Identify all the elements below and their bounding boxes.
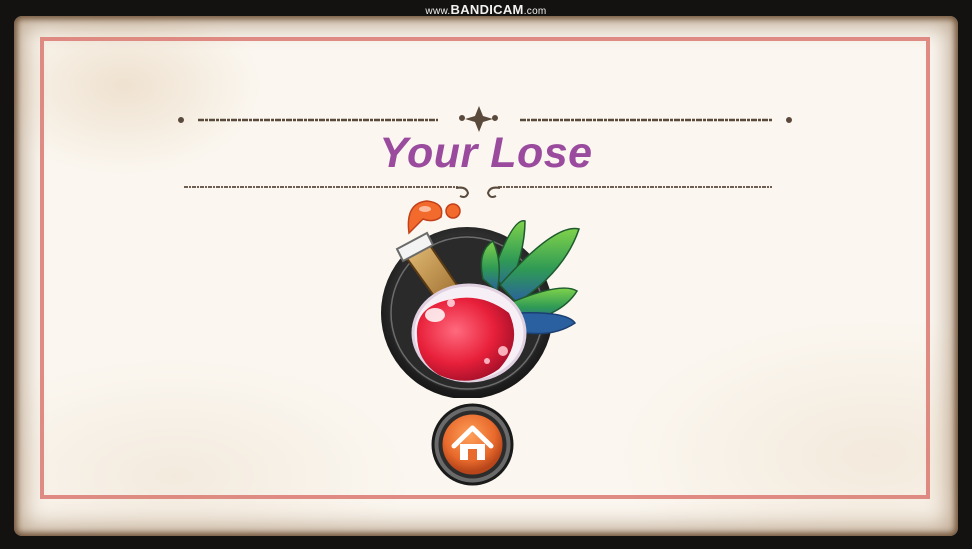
home-button[interactable] <box>430 402 515 487</box>
potion-badge <box>375 193 590 399</box>
game-screen: www.BANDICAM.com Your Lose <box>0 0 972 549</box>
splash-drops <box>407 200 461 235</box>
result-title: Your Lose <box>379 129 593 177</box>
